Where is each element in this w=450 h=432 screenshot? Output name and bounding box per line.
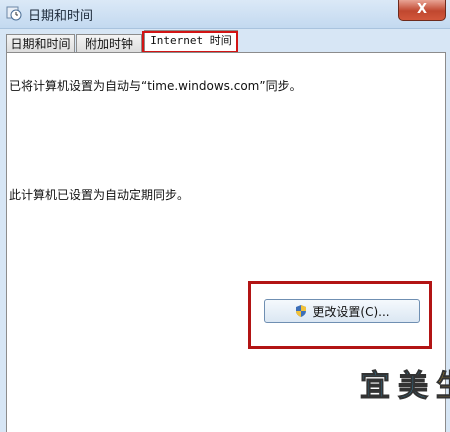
uac-shield-icon	[296, 305, 307, 317]
close-button[interactable]: X	[398, 0, 446, 21]
change-settings-button[interactable]: 更改设置(C)...	[264, 299, 420, 323]
watermark-char: 宜	[360, 369, 391, 405]
window-title: 日期和时间	[28, 9, 94, 24]
tab-date-and-time[interactable]: 日期和时间	[6, 34, 75, 53]
auto-sync-text: 此计算机已设置为自动定期同步。	[9, 188, 190, 202]
clock-calendar-icon	[6, 6, 22, 21]
watermark-logo: 宜 美 生 活	[356, 368, 450, 406]
sync-status-text: 已将计算机设置为自动与“time.windows.com”同步。	[9, 79, 302, 93]
change-settings-label: 更改设置(C)...	[312, 304, 390, 319]
watermark-char: 美	[398, 369, 429, 405]
highlight-box-tab	[142, 31, 238, 53]
date-time-dialog: 日期和时间 X 日期和时间 附加时钟 Internet 时间 已将计算机设置为自…	[0, 0, 450, 432]
watermark-char: 生	[432, 368, 450, 406]
title-bar: 日期和时间 X	[0, 0, 450, 29]
tab-additional-clocks[interactable]: 附加时钟	[76, 34, 142, 53]
